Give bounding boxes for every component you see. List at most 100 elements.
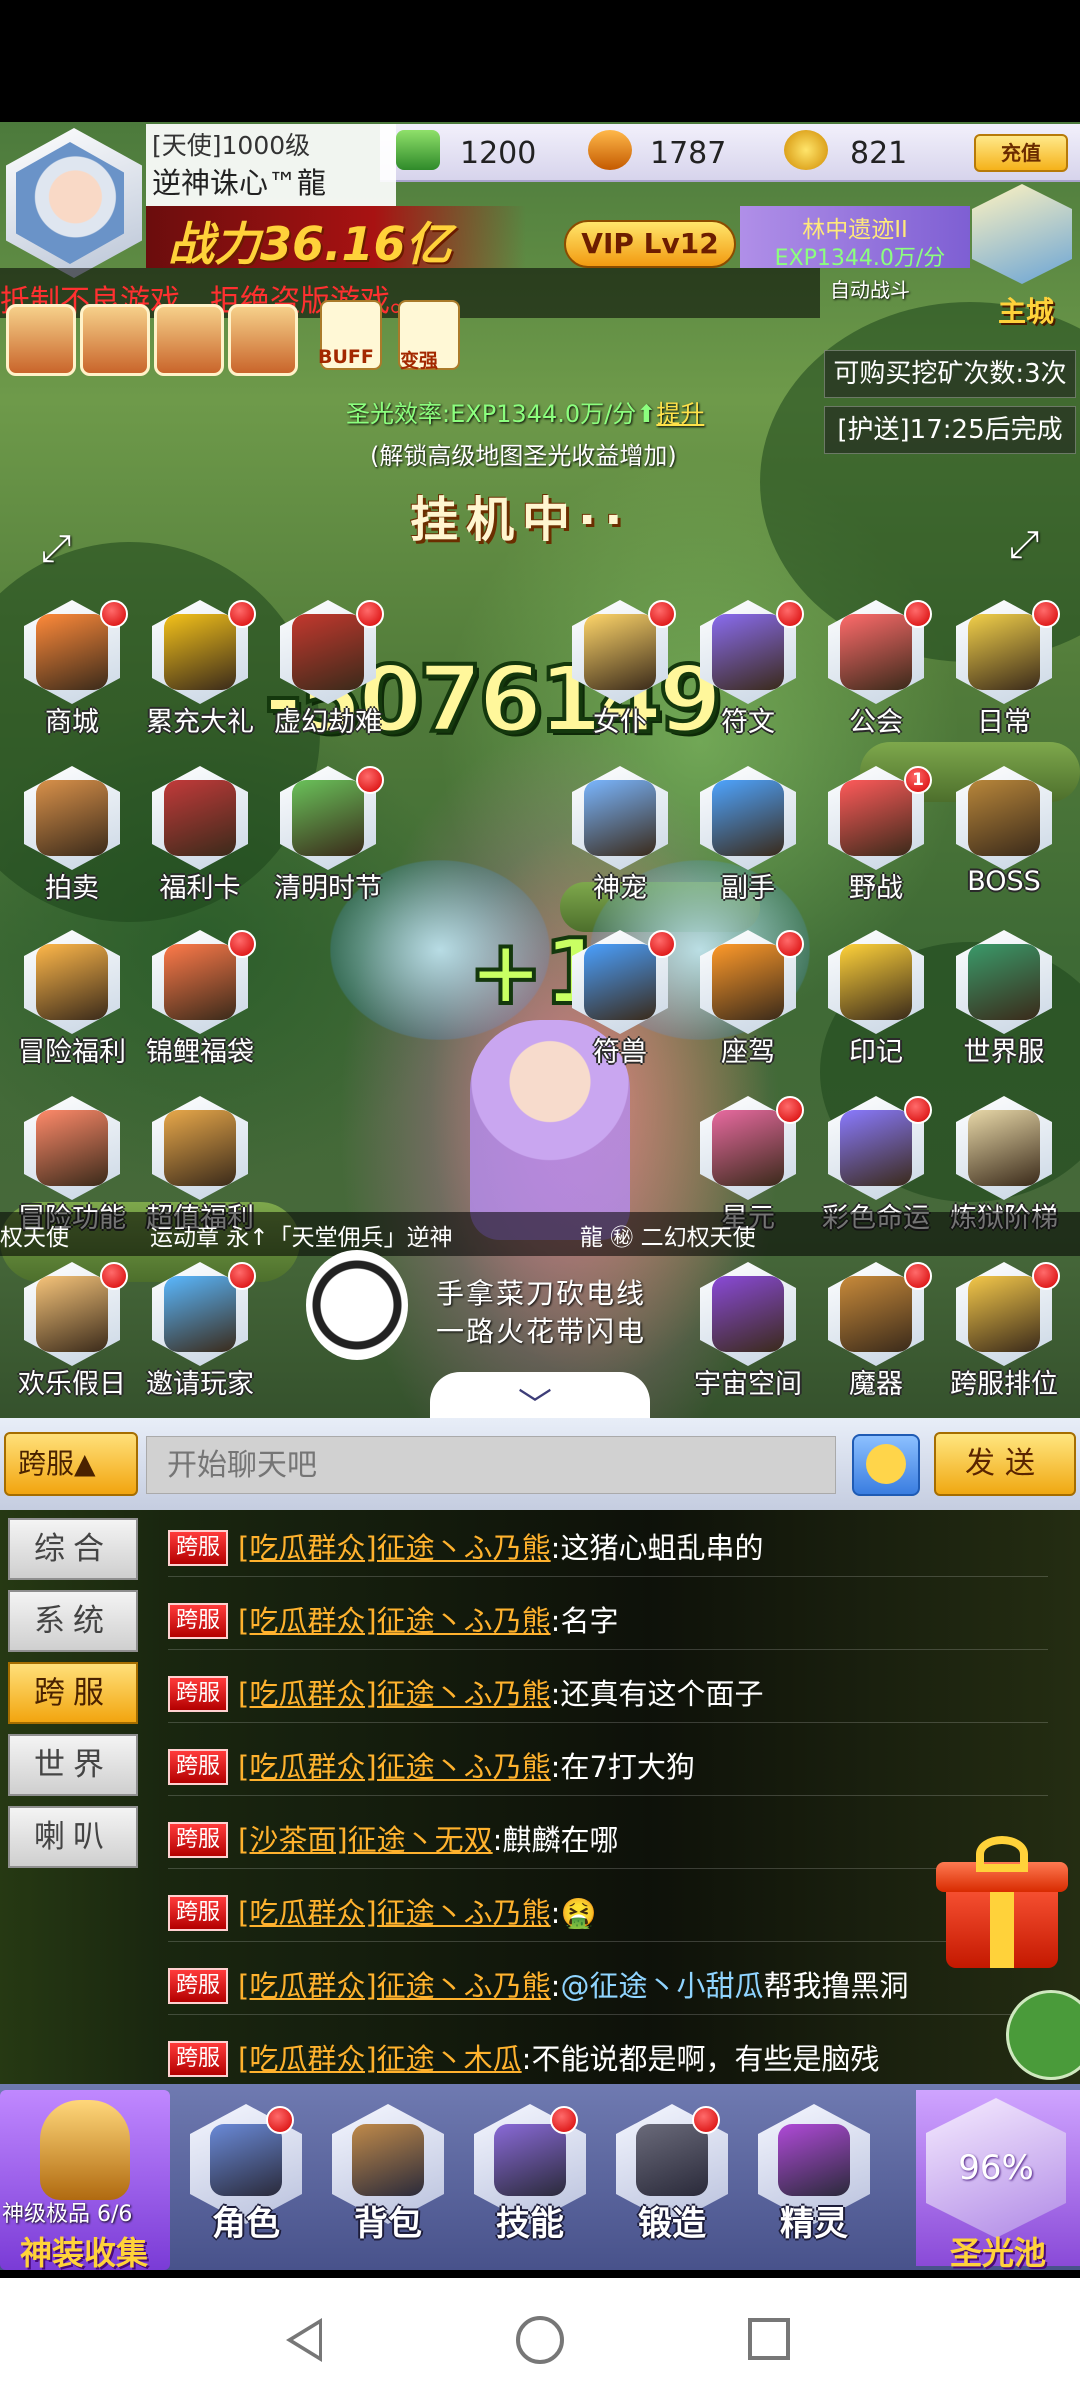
chat-message[interactable]: 跨服 [吃瓜群众]征途丶ふ乃熊:还真有这个面子 [168,1670,1048,1718]
feature-19-button[interactable]: 印记 [820,930,932,1080]
chat-message[interactable]: 跨服 [吃瓜群众]征途丶ふ乃熊:@征途丶小甜瓜帮我撸黑洞 [168,1962,1048,2010]
mine-count-info[interactable]: 可购买挖矿次数:3次 [824,350,1076,398]
feature-29-button[interactable]: 魔器 [820,1262,932,1412]
message-sender[interactable]: [吃瓜群众]征途丶ふ乃熊 [238,1677,551,1711]
gift-box-icon[interactable] [936,1836,1068,1972]
feature-7-button[interactable]: 日常 [948,600,1060,750]
feature-icon [584,780,656,856]
chat-message[interactable]: 跨服 [吃瓜群众]征途丶ふ乃熊:🤮 [168,1889,1048,1937]
menu-icon [636,2124,708,2196]
feature-15-button[interactable]: 冒险福利 [16,930,128,1080]
notification-dot [648,600,676,628]
chat-message[interactable]: 跨服 [吃瓜群众]征途丶ふ乃熊:这猪心蛆乱串的 [168,1524,1048,1572]
feature-12-button[interactable]: 副手 [692,766,804,916]
message-sender[interactable]: [吃瓜群众]征途丶ふ乃熊 [238,1969,551,2003]
slogan-line-2: 一路火花带闪电 [436,1315,647,1348]
feature-17-button[interactable]: 符兽 [564,930,676,1080]
feature-label: 野战 [849,873,903,904]
bottom-menu-item-4[interactable]: 锻造 [610,2104,734,2244]
recharge-button[interactable]: 充值 [974,134,1068,172]
feature-icon [712,1110,784,1186]
feature-4-button[interactable]: 女仆 [564,600,676,750]
message-sender[interactable]: [吃瓜群众]征途丶ふ乃熊 [238,1750,551,1784]
notification-dot [100,600,128,628]
home-icon[interactable] [516,2316,564,2364]
chat-input[interactable] [146,1436,836,1494]
message-sender[interactable]: [吃瓜群众]征途丶木瓜 [238,2042,522,2076]
boost-link[interactable]: 提升 [656,400,704,428]
feature-11-button[interactable]: 神宠 [564,766,676,916]
message-mention[interactable]: @征途丶小甜瓜 [560,1969,763,2003]
feature-27-button[interactable]: 邀请玩家 [144,1262,256,1412]
chat-message[interactable]: 跨服 [吃瓜群众]征途丶ふ乃熊:名字 [168,1597,1048,1645]
feature-icon [840,1110,912,1186]
team-member-2[interactable] [80,304,150,376]
feature-28-button[interactable]: 宇宙空间 [692,1262,804,1412]
message-divider [168,1868,1048,1869]
team-member-1[interactable] [6,304,76,376]
expand-right-icon[interactable]: ⤢ [1004,524,1044,564]
channel-badge: 跨服 [168,1749,229,1785]
chat-tab-4[interactable]: 世界 [8,1734,138,1796]
feature-label: 拍卖 [45,873,99,904]
bottom-menu-item-1[interactable]: 角色 [184,2104,308,2244]
team-member-4[interactable] [228,304,298,376]
message-text: 这猪心蛆乱串的 [560,1531,764,1565]
feature-2-button[interactable]: 累充大礼 [144,600,256,750]
chat-message[interactable]: 跨服 [吃瓜群众]征途丶ふ乃熊:在7打大狗 [168,1743,1048,1791]
feature-20-button[interactable]: 世界服 [948,930,1060,1080]
chat-message[interactable]: 跨服 [吃瓜群众]征途丶木瓜:不能说都是啊，有些是脑残 [168,2035,1048,2083]
bottom-menu-item-5[interactable]: 精灵 [752,2104,876,2244]
feature-16-button[interactable]: 锦鲤福袋 [144,930,256,1080]
idle-status: 挂机中·· [410,492,631,548]
feature-3-button[interactable]: 虚幻劫难 [272,600,384,750]
team-member-3[interactable] [154,304,224,376]
map-name: 林中遗迹II [802,217,908,243]
notification-dot [266,2106,294,2134]
feature-26-button[interactable]: 欢乐假日 [16,1262,128,1412]
notification-dot [904,1262,932,1290]
bottom-menu-item-2[interactable]: 背包 [326,2104,450,2244]
send-button[interactable]: 发送 [934,1432,1076,1496]
feature-30-button[interactable]: 跨服排位 [948,1262,1060,1412]
bottom-menu-item-3[interactable]: 技能 [468,2104,592,2244]
escort-info[interactable]: [护送]17:25后完成 [824,406,1076,454]
feature-6-button[interactable]: 公会 [820,600,932,750]
notification-dot [776,930,804,958]
chat-tab-3[interactable]: 跨服 [8,1662,138,1724]
menu-icon [778,2124,850,2196]
back-icon[interactable] [286,2318,322,2362]
chat-tab-2[interactable]: 系统 [8,1590,138,1652]
menu-label: 锻造 [638,2204,706,2244]
feature-13-button[interactable]: 野战 1 [820,766,932,916]
feature-label: 宇宙空间 [694,1369,802,1400]
feature-9-button[interactable]: 福利卡 [144,766,256,916]
buff-label: BUFF [318,346,374,368]
channel-badge: 跨服 [168,1530,229,1566]
chat-message[interactable]: 跨服 [沙茶面]征途丶无双:麒麟在哪 [168,1816,1048,1864]
feature-icon [840,780,912,856]
feature-8-button[interactable]: 拍卖 [16,766,128,916]
feature-label: 公会 [849,707,903,738]
feature-10-button[interactable]: 清明时节 [272,766,384,916]
message-sender[interactable]: [吃瓜群众]征途丶ふ乃熊 [238,1896,551,1930]
recent-apps-icon[interactable] [748,2318,790,2360]
message-text: 名字 [560,1604,619,1638]
chat-tab-5[interactable]: 喇叭 [8,1806,138,1868]
message-sender[interactable]: [吃瓜群众]征途丶ふ乃熊 [238,1604,551,1638]
expand-left-icon[interactable]: ⤢ [36,528,76,568]
main-city-label[interactable]: 主城 [976,290,1076,330]
feature-1-button[interactable]: 商城 [16,600,128,750]
chat-tab-1[interactable]: 综合 [8,1518,138,1580]
feature-18-button[interactable]: 座驾 [692,930,804,1080]
slogan-line-1: 手拿菜刀砍电线 [436,1277,647,1310]
chat-channel-selector[interactable]: 跨服▲ [4,1432,138,1496]
message-sender[interactable]: [沙茶面]征途丶无双 [238,1823,493,1857]
feature-label: 印记 [849,1037,903,1068]
message-sender[interactable]: [吃瓜群众]征途丶ふ乃熊 [238,1531,551,1565]
vip-badge[interactable]: VIP Lv12 [564,220,736,268]
notification-dot [904,1096,932,1124]
feature-5-button[interactable]: 符文 [692,600,804,750]
channel-badge: 跨服 [168,1603,229,1639]
feature-14-button[interactable]: BOSS [948,766,1060,916]
